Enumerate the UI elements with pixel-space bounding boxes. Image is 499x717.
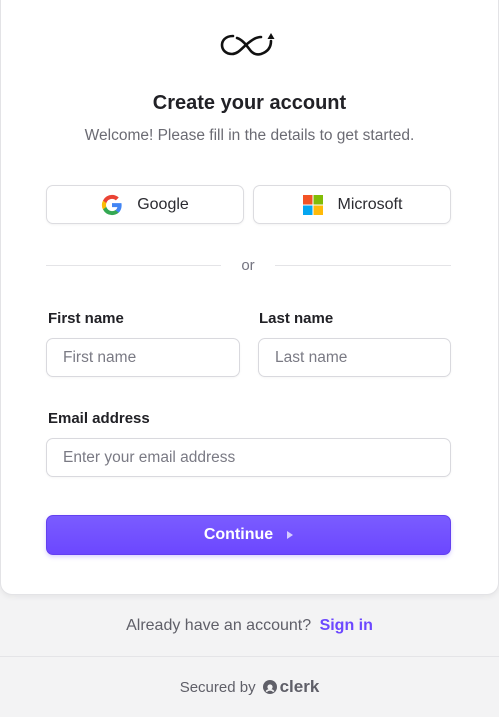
microsoft-signin-button[interactable]: Microsoft bbox=[253, 185, 451, 224]
clerk-brand-text: clerk bbox=[279, 677, 320, 696]
clerk-brand-link[interactable]: clerk bbox=[262, 677, 320, 697]
first-name-label: First name bbox=[48, 310, 124, 327]
divider-text: or bbox=[241, 257, 255, 274]
continue-button[interactable]: Continue bbox=[46, 515, 451, 555]
signin-prompt-text: Already have an account? bbox=[126, 617, 312, 634]
google-signin-button[interactable]: Google bbox=[46, 185, 244, 224]
divider-left bbox=[46, 265, 221, 266]
microsoft-icon bbox=[302, 194, 323, 215]
footer-divider bbox=[0, 656, 499, 657]
page-subtitle: Welcome! Please fill in the details to g… bbox=[84, 127, 415, 144]
email-field[interactable] bbox=[46, 438, 451, 477]
secured-by-text: Secured by bbox=[179, 678, 256, 696]
microsoft-button-label: Microsoft bbox=[337, 195, 403, 213]
page-title: Create your account bbox=[152, 92, 347, 114]
divider-right bbox=[275, 265, 451, 266]
first-name-field[interactable] bbox=[46, 338, 240, 377]
signin-prompt: Already have an account? Sign in bbox=[0, 617, 499, 635]
last-name-field[interactable] bbox=[258, 338, 451, 377]
signin-link[interactable]: Sign in bbox=[320, 617, 373, 634]
email-label: Email address bbox=[48, 410, 150, 427]
arrow-right-icon bbox=[287, 531, 294, 539]
last-name-label: Last name bbox=[259, 310, 334, 327]
clerk-logo-icon bbox=[262, 680, 277, 694]
google-icon bbox=[102, 194, 122, 215]
signup-card: Create your account Welcome! Please fill… bbox=[0, 0, 499, 595]
secured-by-badge: Secured by clerk bbox=[0, 677, 499, 697]
continue-button-label: Continue bbox=[203, 526, 274, 543]
google-button-label: Google bbox=[137, 195, 189, 213]
app-logo-icon bbox=[220, 33, 275, 56]
